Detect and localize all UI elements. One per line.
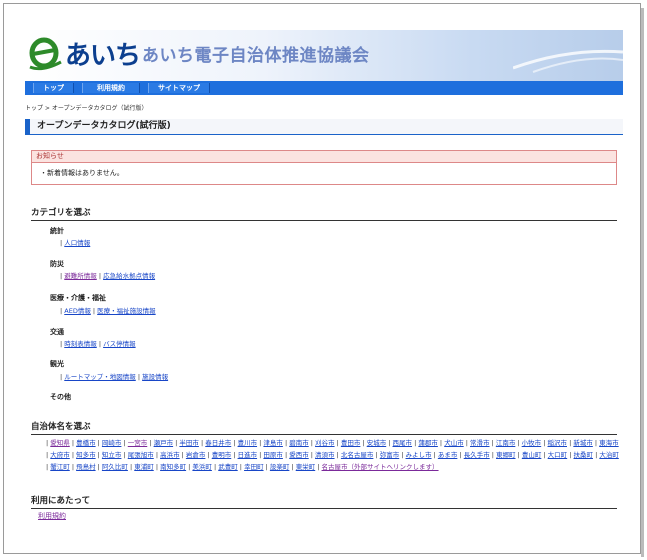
municipality-link[interactable]: 豊山町 (522, 451, 542, 459)
category-transport-links: | 時刻表情報 | バス停情報 (60, 340, 136, 348)
category-heading: カテゴリを選ぶ (31, 206, 617, 221)
municipality-link[interactable]: 名古屋市（外部サイトへリンクします） (322, 463, 439, 471)
municipality-link[interactable]: 尾張旭市 (128, 451, 154, 459)
municipality-link[interactable]: 大口町 (548, 451, 568, 459)
municipality-link[interactable]: 東栄町 (296, 463, 316, 471)
municipality-link[interactable]: 蟹江町 (50, 463, 70, 471)
municipality-link[interactable]: 武豊町 (218, 463, 238, 471)
nav-sitemap[interactable]: サイトマップ (148, 83, 210, 93)
header-swoosh-graphic (513, 49, 623, 73)
municipality-link[interactable]: 豊橋市 (76, 439, 96, 447)
category-disaster: 防災 (50, 260, 64, 268)
municipality-link[interactable]: 愛西市 (289, 451, 309, 459)
terms-of-use-link[interactable]: 利用規約 (38, 511, 66, 521)
municipality-link[interactable]: 新城市 (573, 439, 593, 447)
link-aed[interactable]: AED情報 (64, 307, 91, 315)
municipality-link[interactable]: 豊田市 (341, 439, 361, 447)
municipality-link[interactable]: 南知多町 (160, 463, 186, 471)
municipality-link[interactable]: 春日井市 (205, 439, 231, 447)
municipality-link[interactable]: 一宮市 (128, 439, 148, 447)
municipality-link[interactable]: みよし市 (406, 451, 432, 459)
main-nav: トップ 利用規約 サイトマップ (25, 81, 623, 95)
link-shelter[interactable]: 避難所情報 (64, 272, 97, 280)
category-medical: 医療・介護・福祉 (50, 294, 106, 302)
municipality-link[interactable]: 津島市 (263, 439, 283, 447)
category-medical-links: | AED情報 | 医療・福祉施設情報 (60, 307, 156, 315)
e-aichi-logo-icon[interactable] (27, 32, 63, 72)
municipality-heading: 自治体名を選ぶ (31, 420, 617, 435)
municipality-link[interactable]: 北名古屋市 (341, 451, 374, 459)
municipality-link[interactable]: 東浦町 (134, 463, 154, 471)
municipality-link[interactable]: 愛知県 (50, 439, 70, 447)
municipality-link[interactable]: 設楽町 (270, 463, 290, 471)
category-other[interactable]: その他 (50, 392, 71, 402)
municipality-link[interactable]: 稲沢市 (548, 439, 568, 447)
municipality-link[interactable]: 大府市 (50, 451, 70, 459)
breadcrumb: トップ > オープンデータカタログ（試行版） (25, 105, 148, 112)
link-medical-facilities[interactable]: 医療・福祉施設情報 (97, 307, 156, 315)
site-name: あいち電子自治体推進協議会 (142, 46, 370, 66)
logo-text[interactable]: あいち (65, 35, 141, 72)
municipality-link[interactable]: 美浜町 (192, 463, 212, 471)
municipality-link[interactable]: 扶桑町 (574, 451, 594, 459)
municipality-link[interactable]: 豊明市 (212, 451, 232, 459)
notice-body: ・新着情報はありません。 (40, 169, 124, 177)
municipality-link[interactable]: 西尾市 (393, 439, 413, 447)
link-water-supply[interactable]: 応急給水拠点情報 (103, 272, 155, 280)
municipality-link[interactable]: 碧南市 (289, 439, 309, 447)
category-tourism: 観光 (50, 360, 64, 368)
municipality-link[interactable]: 常滑市 (470, 439, 490, 447)
link-facilities[interactable]: 施設情報 (142, 373, 168, 381)
usage-heading: 利用にあたって (31, 494, 617, 509)
municipality-link[interactable]: 長久手市 (464, 451, 490, 459)
municipality-link[interactable]: 日進市 (238, 451, 258, 459)
municipality-link[interactable]: 弥富市 (380, 451, 400, 459)
notice-title: お知らせ (32, 151, 616, 163)
municipality-link[interactable]: 小牧市 (522, 439, 542, 447)
nav-terms[interactable]: 利用規約 (82, 83, 140, 93)
category-statistics: 統計 (50, 227, 64, 235)
nav-top[interactable]: トップ (33, 83, 74, 93)
category-disaster-links: | 避難所情報 | 応急給水拠点情報 (60, 272, 156, 280)
municipality-link[interactable]: 飛島村 (76, 463, 96, 471)
site-header: あいち あいち電子自治体推進協議会 (25, 30, 623, 82)
municipality-link[interactable]: 瀬戸市 (154, 439, 174, 447)
municipality-link[interactable]: 豊川市 (238, 439, 258, 447)
municipality-link[interactable]: 岩倉市 (186, 451, 206, 459)
municipality-link[interactable]: 知立市 (102, 451, 122, 459)
link-population[interactable]: 人口情報 (64, 239, 90, 247)
category-tourism-links: | ルートマップ・地図情報 | 施設情報 (60, 373, 169, 381)
municipality-link[interactable]: あま市 (438, 451, 458, 459)
notice-box: お知らせ ・新着情報はありません。 (31, 150, 617, 185)
municipality-link[interactable]: 東郷町 (496, 451, 516, 459)
municipality-link[interactable]: 幸田町 (244, 463, 264, 471)
municipality-link[interactable]: 大治町 (599, 451, 619, 459)
municipality-link[interactable]: 高浜市 (160, 451, 180, 459)
municipality-link[interactable]: 阿久比町 (102, 463, 128, 471)
link-timetable[interactable]: 時刻表情報 (64, 340, 97, 348)
category-statistics-links: | 人口情報 (60, 239, 91, 247)
municipality-link[interactable]: 知多市 (76, 451, 96, 459)
municipality-link[interactable]: 半田市 (179, 439, 199, 447)
municipality-link[interactable]: 犬山市 (444, 439, 464, 447)
municipality-link[interactable]: 江南市 (496, 439, 516, 447)
municipality-link[interactable]: 刈谷市 (315, 439, 335, 447)
municipality-link[interactable]: 東海市 (599, 439, 619, 447)
category-transport: 交通 (50, 328, 64, 336)
municipality-link[interactable]: 岡崎市 (102, 439, 122, 447)
page-title: オープンデータカタログ(試行版) (25, 119, 623, 135)
link-bus-stops[interactable]: バス停情報 (103, 340, 136, 348)
municipality-link[interactable]: 蒲郡市 (418, 439, 438, 447)
link-route-map[interactable]: ルートマップ・地図情報 (64, 373, 136, 381)
municipality-link[interactable]: 田原市 (263, 451, 283, 459)
municipality-link[interactable]: 安城市 (367, 439, 387, 447)
municipality-link[interactable]: 清須市 (315, 451, 335, 459)
municipality-list: | 愛知県 | 豊橋市 | 岡崎市 | 一宮市 | 瀬戸市 | 半田市 | 春日… (46, 439, 619, 471)
